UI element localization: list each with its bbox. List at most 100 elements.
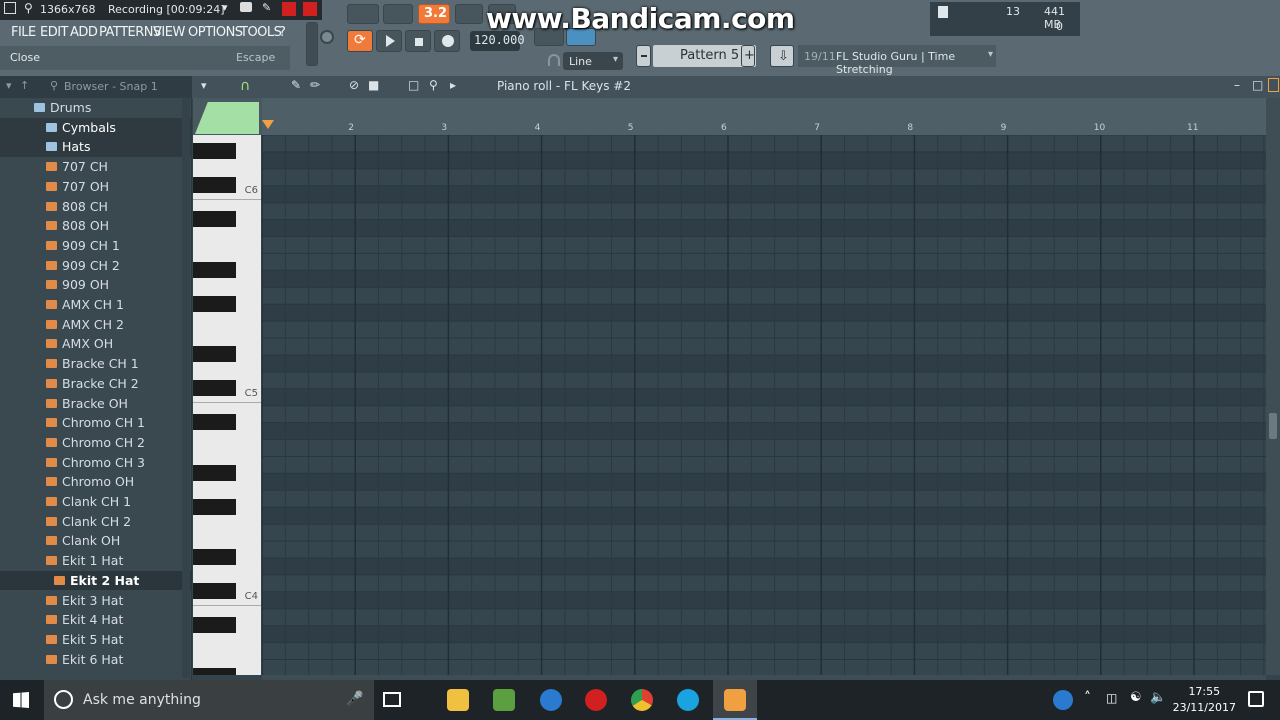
pause-icon[interactable] [282, 2, 296, 16]
skype-icon[interactable] [677, 689, 699, 711]
black-key[interactable] [193, 414, 236, 430]
browser-folder[interactable]: Cymbals [0, 117, 192, 138]
close-icon[interactable] [1268, 78, 1279, 92]
browser-folder[interactable]: Drums [0, 98, 192, 118]
chrome-icon[interactable] [631, 689, 653, 711]
menu-help[interactable]: ? [279, 25, 286, 40]
black-key[interactable] [193, 668, 236, 675]
news-panel[interactable]: 19/11 FL Studio Guru | Time Stretching ▾ [798, 45, 996, 76]
black-key[interactable] [193, 296, 236, 312]
browser-item[interactable]: Chromo CH 3 [0, 453, 192, 473]
browser-item[interactable]: Clank OH [0, 531, 192, 551]
playhead-marker[interactable] [262, 120, 274, 129]
browser-item[interactable]: Bracke CH 2 [0, 374, 192, 394]
browser-item[interactable]: 909 CH 2 [0, 256, 192, 276]
note-grid[interactable] [262, 135, 1266, 675]
menu-arrow-icon[interactable]: ▾ [201, 79, 207, 92]
black-key[interactable] [193, 465, 236, 481]
taskbar-search[interactable]: Ask me anything 🎤 [44, 680, 374, 720]
menu-view[interactable]: VIEW [153, 25, 185, 40]
play-button[interactable] [376, 30, 402, 52]
browser-item[interactable]: 707 CH [0, 157, 192, 177]
edge-icon[interactable] [540, 689, 562, 711]
search-icon[interactable]: ⚲ [24, 1, 33, 15]
browser-item[interactable]: Bracke OH [0, 394, 192, 414]
help-icon[interactable] [1053, 690, 1073, 710]
windows-start-icon[interactable] [13, 692, 29, 708]
black-key[interactable] [193, 177, 236, 193]
stop-button[interactable] [405, 30, 431, 52]
browser-item[interactable]: Chromo CH 1 [0, 413, 192, 433]
loop-mode-button[interactable]: ⟳ [347, 30, 373, 52]
bandicam-icon[interactable] [585, 689, 607, 711]
browser-item[interactable]: Ekit 2 Hat [0, 570, 192, 591]
arrow-icon[interactable]: ▾ [6, 79, 12, 92]
browser-scrollbar[interactable] [182, 98, 190, 678]
menu-add[interactable]: ADD [70, 25, 98, 40]
browser-item[interactable]: Clank CH 2 [0, 512, 192, 532]
master-volume-slider[interactable] [306, 22, 318, 66]
browser-item[interactable]: Clank CH 1 [0, 492, 192, 512]
notifications-icon[interactable] [1248, 691, 1264, 707]
menu-tools[interactable]: TOOLS [240, 25, 282, 40]
magnet-icon[interactable]: ∩ [240, 78, 250, 94]
black-key[interactable] [193, 380, 236, 396]
window-icon[interactable] [4, 2, 16, 14]
browser-item[interactable]: Ekit 6 Hat [0, 650, 192, 670]
browser-item[interactable]: Ekit 4 Hat [0, 610, 192, 630]
network-icon[interactable]: ◫ [1106, 691, 1117, 705]
black-key[interactable] [193, 549, 236, 565]
download-icon[interactable]: ⇩ [770, 45, 794, 67]
browser-item[interactable]: AMX OH [0, 334, 192, 354]
vertical-scrollbar[interactable] [1266, 98, 1280, 675]
metronome-button[interactable] [383, 4, 413, 24]
piano-keyboard[interactable]: C6 C5 C4 [193, 135, 261, 675]
speaker-icon[interactable]: ▸ [450, 78, 456, 92]
black-key[interactable] [193, 211, 236, 227]
taskbar-clock[interactable]: 17:55 23/11/2017 [1173, 685, 1236, 714]
volume-icon[interactable]: 🔈 [1150, 690, 1166, 705]
up-icon[interactable]: ↑ [20, 79, 29, 92]
microphone-icon[interactable]: 🎤 [346, 691, 363, 707]
zoom-tool-icon[interactable]: ⚲ [429, 78, 438, 92]
timeline-ruler[interactable]: 2 3 4 5 6 7 8 9 10 11 [262, 98, 1266, 135]
pencil-tool-icon[interactable]: ✎ [291, 78, 301, 92]
black-key[interactable] [193, 143, 236, 159]
browser-item[interactable]: Ekit 3 Hat [0, 591, 192, 611]
search-icon[interactable]: ⚲ [50, 79, 58, 92]
master-pitch-knob[interactable] [320, 30, 334, 44]
minecraft-icon[interactable] [493, 689, 515, 711]
step-indicator[interactable]: 3.2 [418, 4, 450, 24]
menu-file[interactable]: FILE [11, 25, 36, 40]
typing-keyboard-button[interactable] [347, 4, 379, 24]
browser-item[interactable]: 909 OH [0, 275, 192, 295]
browser-item[interactable]: AMX CH 2 [0, 315, 192, 335]
browser-folder[interactable]: Hats [0, 137, 192, 158]
black-key[interactable] [193, 262, 236, 278]
headphones-icon[interactable] [548, 54, 560, 66]
stop-record-icon[interactable] [303, 2, 317, 16]
browser-item[interactable]: Ekit 1 Hat [0, 551, 192, 571]
add-pattern-button[interactable]: + [741, 45, 755, 67]
file-explorer-icon[interactable] [447, 689, 469, 711]
scroll-thumb[interactable] [1269, 413, 1277, 439]
wifi-icon[interactable]: ☯ [1130, 690, 1142, 705]
browser-item[interactable]: 909 CH 1 [0, 236, 192, 256]
menu-patterns[interactable]: PATTERNS [99, 25, 161, 40]
wait-input-button[interactable] [455, 4, 483, 24]
browser-item[interactable]: AMX CH 1 [0, 295, 192, 315]
black-key[interactable] [193, 583, 236, 599]
pattern-prev-button[interactable] [636, 45, 651, 67]
select-tool-icon[interactable]: □ [408, 78, 419, 92]
fl-studio-taskbar-button[interactable] [713, 680, 757, 720]
snap-mode-select[interactable]: Line ▾ [563, 52, 623, 70]
browser-item[interactable]: 808 OH [0, 216, 192, 236]
browser-item[interactable]: Bracke CH 1 [0, 354, 192, 374]
brush-tool-icon[interactable]: ✏ [310, 78, 320, 92]
task-view-icon[interactable] [383, 692, 401, 707]
black-key[interactable] [193, 617, 236, 633]
menu-options[interactable]: OPTIONS [188, 25, 243, 40]
minimize-icon[interactable]: – [1234, 78, 1240, 92]
pattern-tab[interactable] [193, 98, 262, 135]
delete-tool-icon[interactable]: ⊘ [349, 78, 359, 92]
